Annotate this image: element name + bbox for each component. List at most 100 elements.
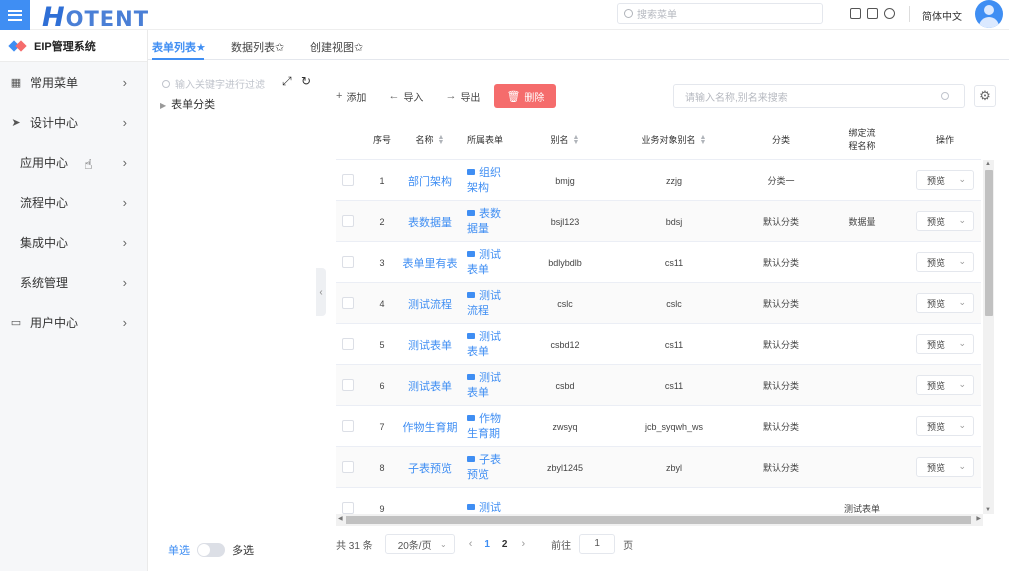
table-cell-form[interactable]: 表数据量	[460, 201, 510, 242]
table-cell-name[interactable]: 作物生育期	[400, 406, 460, 447]
page-number[interactable]: 1	[484, 539, 490, 550]
sidebar-item[interactable]: 系统管理 ›	[0, 262, 147, 302]
row-checkbox[interactable]	[342, 256, 354, 268]
row-checkbox[interactable]	[342, 215, 354, 227]
sidebar-item[interactable]: ▭ 用户中心 ›	[0, 302, 147, 342]
chevron-right-icon: ›	[122, 275, 127, 290]
monitor-icon[interactable]	[850, 8, 861, 19]
collapse-panel-handle[interactable]: ‹	[316, 268, 326, 316]
table-cell-name[interactable]: 子表预览	[400, 447, 460, 488]
table-cell-bo-alias: cslc	[666, 298, 682, 309]
language-switcher[interactable]: 简体中文	[922, 8, 962, 23]
page-size-select[interactable]: 20条/页 ⌄	[384, 534, 455, 554]
preview-select[interactable]: 预览 ⌄	[916, 416, 974, 436]
table-cell-no: 3	[379, 257, 385, 268]
row-checkbox[interactable]	[342, 379, 354, 391]
table-row[interactable]: 4 测试流程 测试流程 cslc cslc 默认分类 预览 ⌄	[336, 283, 981, 324]
table-row[interactable]: 8 子表预览 子表预览 zbyl1245 zbyl 默认分类 预览 ⌄	[336, 447, 981, 488]
row-checkbox[interactable]	[342, 174, 354, 186]
table-cell-name[interactable]: 测试流程	[400, 283, 460, 324]
refresh-icon[interactable]	[884, 8, 895, 19]
chevron-down-icon: ⌄	[958, 338, 966, 348]
sidebar-item[interactable]: 集成中心 ›	[0, 222, 147, 262]
table-cell-name[interactable]: 部门架构	[400, 160, 460, 201]
import-button[interactable]: ← 导入	[388, 89, 423, 104]
table-cell-form[interactable]: 子表预览	[460, 447, 510, 488]
table-row[interactable]: 7 作物生育期 作物生育期 zwsyq jcb_syqwh_ws 默认分类 预览 ⌄	[336, 406, 981, 447]
chevron-down-icon: ⌄	[958, 215, 966, 225]
table-cell-bo-alias: zbyl	[665, 462, 682, 473]
gear-icon[interactable]: ⚙	[974, 85, 996, 107]
add-button[interactable]: + 添加	[336, 89, 366, 104]
tab-form-list[interactable]: 表单列表★	[152, 39, 206, 55]
sidebar-item[interactable]: 应用中心 ›	[0, 142, 147, 182]
preview-select[interactable]: 预览 ⌄	[916, 252, 974, 272]
row-checkbox[interactable]	[342, 420, 354, 432]
sidebar-item[interactable]: 流程中心 ›	[0, 182, 147, 222]
table-vertical-scrollbar[interactable]: ▲ ▼	[983, 160, 994, 514]
table-row[interactable]: 6 测试表单 测试表单 csbd cs11 默认分类 预览 ⌄	[336, 365, 981, 406]
tree-filter-input[interactable]: 输入关键字进行过滤	[162, 76, 265, 91]
preview-select[interactable]: 预览 ⌄	[916, 170, 974, 190]
sidebar-item[interactable]: ➤ 设计中心 ›	[0, 102, 147, 142]
table-cell-form[interactable]: 测试流程	[460, 283, 510, 324]
grid-icon: ▦	[10, 76, 22, 89]
tree-node-root[interactable]: ▶ 表单分类	[160, 96, 215, 112]
table-cell-alias: zbyl1245	[546, 462, 584, 473]
row-checkbox[interactable]	[342, 297, 354, 309]
expand-icon[interactable]: ⤢	[282, 74, 292, 88]
row-checkbox[interactable]	[342, 461, 354, 473]
table-cell-form[interactable]: 组织架构	[460, 160, 510, 201]
preview-select[interactable]: 预览 ⌄	[916, 375, 974, 395]
user-avatar[interactable]	[975, 0, 1003, 28]
sidebar-item-label: 集成中心	[20, 235, 69, 250]
chevron-down-icon: ⌄	[958, 297, 966, 307]
preview-select[interactable]: 预览 ⌄	[916, 457, 974, 477]
menu-toggle-button[interactable]	[0, 0, 30, 30]
table-horizontal-scrollbar[interactable]: ◀ ▶	[336, 514, 983, 526]
chevron-right-icon: ›	[122, 115, 127, 130]
tree-tools: ⤢ ↻	[282, 74, 311, 89]
table-cell-form[interactable]: 作物生育期	[460, 406, 510, 447]
column-header[interactable]: 名称 ▲ ▼	[400, 120, 460, 160]
table-cell-form[interactable]: 测试表单	[460, 242, 510, 283]
plus-icon: +	[336, 90, 343, 102]
table-row[interactable]: 1 部门架构 组织架构 bmjg zzjg 分类一 预览 ⌄	[336, 160, 981, 201]
table-cell-name[interactable]: 测试表单	[400, 324, 460, 365]
table-cell-name[interactable]: 测试表单	[400, 365, 460, 406]
row-checkbox[interactable]	[342, 502, 354, 514]
fullscreen-icon[interactable]	[867, 8, 878, 19]
export-button[interactable]: → 导出	[445, 89, 480, 104]
table-row[interactable]: 3 表单里有表 测试表单 bdlybdlb cs11 默认分类 预览 ⌄	[336, 242, 981, 283]
sidebar-item[interactable]: ▦ 常用菜单 ›	[0, 62, 147, 102]
table-cell-bo-alias: zzjg	[665, 175, 682, 186]
prev-page-button[interactable]: ‹	[469, 538, 473, 550]
row-checkbox[interactable]	[342, 338, 354, 350]
table-row[interactable]: 2 表数据量 表数据量 bsjl123 bdsj 默认分类 数据量 预览 ⌄	[336, 201, 981, 242]
table-cell-form[interactable]: 测试表单	[460, 324, 510, 365]
tab-create-view[interactable]: 创建视图✩	[310, 39, 363, 55]
table-row[interactable]: 5 测试表单 测试表单 csbd12 cs11 默认分类 预览 ⌄	[336, 324, 981, 365]
tab-data-list[interactable]: 数据列表✩	[231, 39, 284, 55]
table-search-input[interactable]: 请输入名称,别名来搜索	[673, 84, 965, 108]
column-header[interactable]: 别名 ▲ ▼	[510, 120, 620, 160]
menu-search-input[interactable]: 搜索菜单	[617, 3, 823, 24]
select-mode-switch[interactable]	[197, 543, 225, 557]
table-cell-name[interactable]: 表单里有表	[400, 242, 460, 283]
next-page-button[interactable]: ›	[521, 538, 525, 550]
preview-select[interactable]: 预览 ⌄	[916, 293, 974, 313]
scrollbar-thumb[interactable]	[346, 516, 971, 524]
delete-button[interactable]: 🗑 删除	[494, 84, 557, 108]
refresh-icon[interactable]: ↻	[301, 74, 311, 88]
preview-select[interactable]: 预览 ⌄	[916, 211, 974, 231]
preview-select[interactable]: 预览 ⌄	[916, 334, 974, 354]
column-header[interactable]: 业务对象别名 ▲ ▼	[620, 120, 728, 160]
table-cell-form[interactable]: 测试表单	[460, 365, 510, 406]
goto-page-input[interactable]: 1	[579, 534, 616, 554]
chevron-down-icon: ⌄	[958, 256, 966, 266]
table-cell-flow	[834, 447, 890, 488]
table-cell-name[interactable]: 表数据量	[400, 201, 460, 242]
scrollbar-thumb[interactable]	[985, 170, 993, 316]
form-icon	[467, 504, 475, 510]
page-number[interactable]: 2	[502, 539, 508, 550]
